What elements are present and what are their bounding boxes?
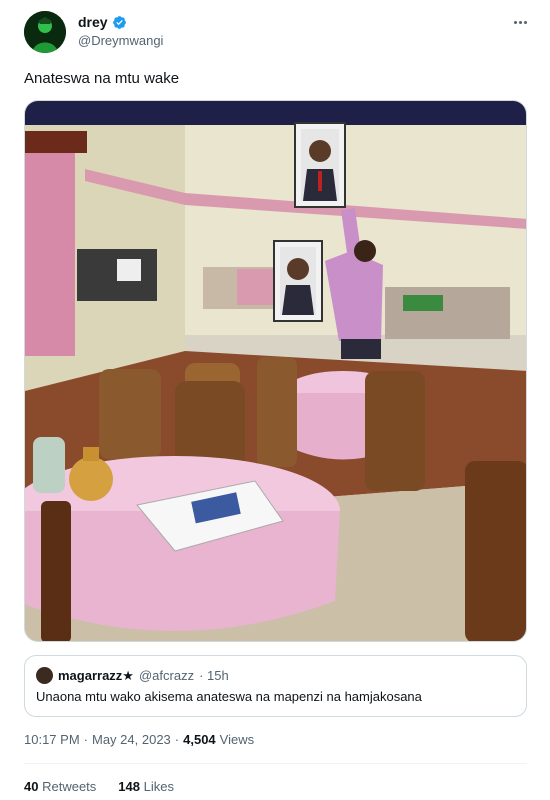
tweet-date[interactable]: May 24, 2023: [92, 732, 171, 747]
separator: ·: [83, 732, 88, 747]
engagement-stats: 40 Retweets 148 Likes: [24, 779, 174, 794]
retweets-label: Retweets: [42, 779, 97, 794]
author-name-row: drey: [78, 14, 127, 30]
author-display-name[interactable]: drey: [78, 14, 108, 30]
quoted-time: · 15h: [199, 668, 229, 683]
retweets-stat[interactable]: 40 Retweets: [24, 779, 96, 794]
likes-stat[interactable]: 148 Likes: [118, 779, 174, 794]
restaurant-photo: [25, 101, 526, 641]
dot: [523, 20, 527, 24]
divider: [24, 763, 527, 764]
tweet-metadata: 10:17 PM · May 24, 2023 · 4,504 Views: [24, 732, 254, 747]
tweet-time[interactable]: 10:17 PM: [24, 732, 80, 747]
tweet-text: Anateswa na mtu wake: [24, 70, 180, 87]
retweets-count: 40: [24, 779, 39, 794]
likes-label: Likes: [143, 779, 174, 794]
quoted-avatar-icon[interactable]: [36, 667, 53, 684]
quoted-tweet-text: Unaona mtu wako akisema anateswa na mape…: [36, 689, 422, 704]
more-options-icon[interactable]: [510, 14, 530, 30]
avatar-icon: [24, 11, 66, 53]
views-label: Views: [219, 732, 255, 747]
tweet: drey @Dreymwangi Anateswa na mtu wake ma…: [0, 0, 550, 800]
verified-badge-icon: [112, 15, 126, 29]
separator: ·: [174, 732, 180, 747]
quoted-tweet-header: magarrazz★ @afcrazz · 15h: [36, 667, 229, 684]
author-handle[interactable]: @Dreymwangi: [78, 33, 163, 48]
quoted-handle[interactable]: @afcrazz: [139, 668, 194, 683]
quoted-tweet[interactable]: magarrazz★ @afcrazz · 15h Unaona mtu wak…: [24, 655, 527, 717]
views-count: 4,504: [183, 732, 216, 747]
dot: [513, 20, 517, 24]
dot: [518, 20, 522, 24]
tweet-media-photo[interactable]: [24, 100, 527, 642]
likes-count: 148: [118, 779, 140, 794]
author-avatar[interactable]: [24, 11, 66, 53]
quoted-display-name[interactable]: magarrazz★: [58, 668, 134, 684]
